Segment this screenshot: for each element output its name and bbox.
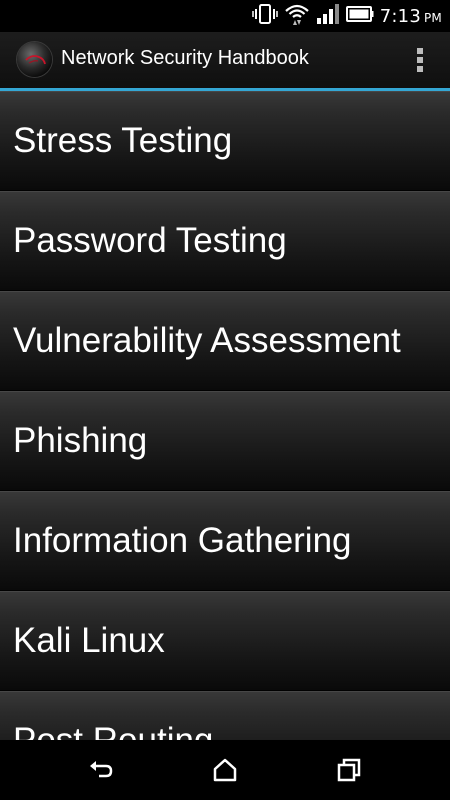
app-logo-icon[interactable] [17, 42, 52, 77]
signal-icon [316, 4, 340, 28]
menu-item-label: Information Gathering [13, 521, 352, 560]
back-icon[interactable] [86, 755, 116, 785]
menu-item-password-testing[interactable]: Password Testing [0, 191, 450, 291]
menu-item-label: Phishing [13, 421, 148, 460]
wifi-icon [284, 3, 310, 29]
battery-icon [345, 6, 374, 26]
action-bar: Network Security Handbook [0, 32, 450, 88]
vibrate-icon [252, 3, 278, 29]
status-icons: 7:13 PM [246, 3, 442, 29]
menu-item-post-routing[interactable]: Post Routing [0, 691, 450, 740]
clock-ampm: PM [424, 10, 442, 25]
menu-item-kali-linux[interactable]: Kali Linux [0, 591, 450, 691]
overflow-menu-icon[interactable] [410, 46, 430, 74]
home-icon[interactable] [210, 755, 240, 785]
navigation-bar [0, 740, 450, 800]
status-clock: 7:13 PM [380, 6, 442, 27]
menu-item-label: Password Testing [13, 221, 287, 260]
app-title: Network Security Handbook [61, 47, 309, 69]
status-bar: 7:13 PM [0, 0, 450, 32]
menu-item-label: Vulnerability Assessment [13, 321, 401, 360]
clock-time: 7:13 [379, 5, 421, 27]
recents-icon[interactable] [334, 755, 364, 785]
menu-item-stress-testing[interactable]: Stress Testing [0, 91, 450, 191]
app-screen: 7:13 PM Network Security Handbook Stress … [0, 0, 450, 800]
menu-item-label: Kali Linux [13, 621, 165, 660]
menu-list[interactable]: Stress Testing Password Testing Vulnerab… [0, 91, 450, 740]
menu-item-phishing[interactable]: Phishing [0, 391, 450, 491]
menu-item-label: Post Routing [13, 721, 213, 740]
menu-item-information-gathering[interactable]: Information Gathering [0, 491, 450, 591]
menu-item-label: Stress Testing [13, 121, 233, 160]
menu-item-vulnerability-assessment[interactable]: Vulnerability Assessment [0, 291, 450, 391]
